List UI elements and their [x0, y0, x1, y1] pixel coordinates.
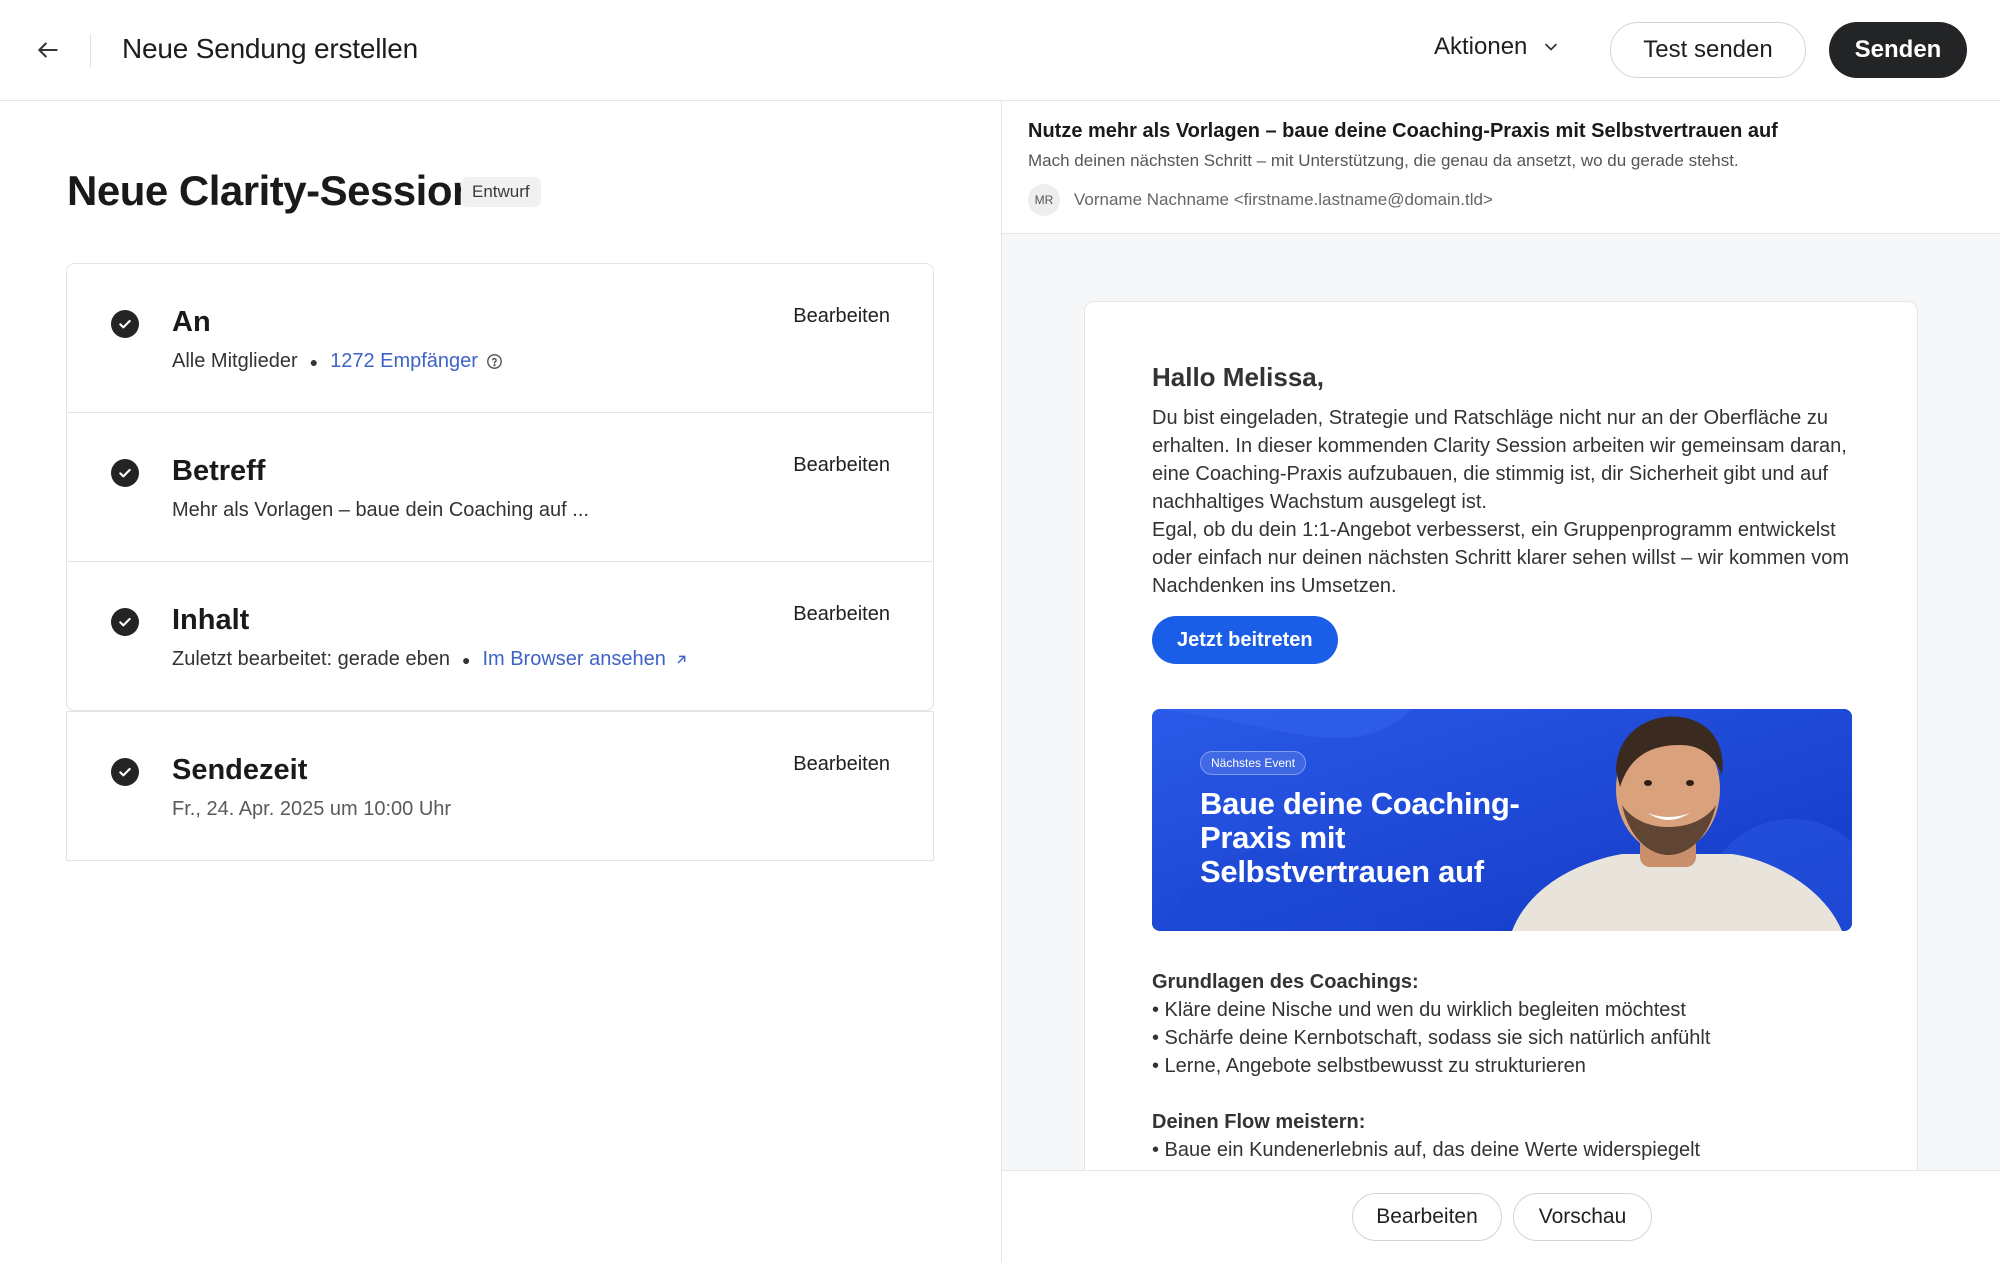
subject-summary: Mehr als Vorlagen – baue dein Coaching a…	[172, 499, 589, 521]
list-item: • Baue ein Kundenerlebnis auf, das deine…	[1152, 1139, 1701, 1161]
step-title: Betreff	[172, 455, 266, 487]
email-preview-panel: Nutze mehr als Vorlagen – baue deine Coa…	[1002, 101, 2000, 1262]
header-divider	[90, 34, 91, 68]
send-time-summary: Fr., 24. Apr. 2025 um 10:00 Uhr	[172, 798, 452, 820]
list-item: • Schärfe deine Kernbotschaft, sodass si…	[1152, 1027, 1711, 1049]
last-edited-label: Zuletzt bearbeitet: gerade eben	[172, 648, 450, 670]
view-in-browser-label: Im Browser ansehen	[482, 648, 666, 670]
email-body: Hallo Melissa, Du bist eingeladen, Strat…	[1084, 301, 1918, 1201]
back-button[interactable]	[28, 30, 68, 70]
chevron-down-icon	[1545, 43, 1558, 51]
separator-dot: ●	[461, 651, 471, 668]
paragraph: Egal, ob du dein 1:1-Angebot verbesserst…	[1152, 519, 1849, 597]
view-in-browser-link[interactable]: Im Browser ansehen	[482, 648, 688, 671]
avatar: MR	[1028, 184, 1060, 216]
actions-label: Aktionen	[1434, 33, 1528, 60]
content-summary: Zuletzt bearbeitet: gerade eben ● Im Bro…	[172, 648, 689, 671]
join-now-button[interactable]: Jetzt beitreten	[1152, 616, 1338, 664]
help-circle-icon[interactable]	[486, 353, 503, 370]
check-circle-icon	[111, 608, 139, 636]
email-greeting: Hallo Melissa,	[1152, 362, 1324, 392]
list-item: • Lerne, Angebote selbstbewusst zu struk…	[1152, 1055, 1586, 1077]
step-title: Inhalt	[172, 604, 250, 636]
recipients-link[interactable]: 1272 Empfänger	[330, 350, 503, 373]
section-heading: Grundlagen des Coachings:	[1152, 971, 1419, 993]
test-send-button[interactable]: Test senden	[1610, 22, 1806, 78]
step-recipients: An Alle Mitglieder ● 1272 Empfänger Bear…	[66, 263, 934, 413]
preview-button[interactable]: Vorschau	[1513, 1193, 1652, 1241]
email-intro: Du bist eingeladen, Strategie und Ratsch…	[1152, 404, 1852, 600]
send-button[interactable]: Senden	[1829, 22, 1967, 78]
check-circle-icon	[111, 310, 139, 338]
edit-content-button[interactable]: Bearbeiten	[793, 603, 890, 626]
coaching-basics-section: Grundlagen des Coachings: • Kläre deine …	[1152, 968, 1852, 1080]
preview-preheader: Mach deinen nächsten Schritt – mit Unter…	[1028, 151, 1739, 170]
preview-subject: Nutze mehr als Vorlagen – baue deine Coa…	[1028, 120, 1778, 142]
top-bar: Neue Sendung erstellen Aktionen Test sen…	[0, 0, 2000, 101]
event-tag: Nächstes Event	[1200, 751, 1307, 775]
preview-footer: Bearbeiten Vorschau	[1002, 1170, 2000, 1262]
arrow-left-icon	[38, 42, 58, 58]
actions-menu[interactable]: Aktionen	[1434, 33, 1561, 61]
paragraph: Du bist eingeladen, Strategie und Ratsch…	[1152, 407, 1847, 513]
campaign-title: Neue Clarity-Session	[67, 167, 478, 214]
sender-address: Vorname Nachname <firstname.lastname@dom…	[1074, 190, 1493, 209]
event-banner: Nächstes Event Baue deine Coaching-Praxi…	[1152, 709, 1852, 931]
email-header: Nutze mehr als Vorlagen – baue deine Coa…	[1002, 101, 2000, 234]
sender-row: MR Vorname Nachname <firstname.lastname@…	[1028, 184, 1493, 216]
check-circle-icon	[111, 758, 139, 786]
step-title: An	[172, 306, 211, 338]
header-title: Neue Sendung erstellen	[122, 33, 419, 64]
audience-label: Alle Mitglieder	[172, 350, 298, 372]
recipients-count: 1272 Empfänger	[330, 350, 478, 372]
step-summary: Alle Mitglieder ● 1272 Empfänger	[172, 350, 503, 373]
check-circle-icon	[111, 459, 139, 487]
campaign-settings-panel: Neue Clarity-Session Entwurf An Alle Mit…	[0, 101, 1001, 1262]
step-title: Sendezeit	[172, 754, 308, 786]
campaign-steps: An Alle Mitglieder ● 1272 Empfänger Bear…	[66, 263, 934, 861]
master-flow-section: Deinen Flow meistern: • Baue ein Kundene…	[1152, 1108, 1852, 1164]
edit-email-button[interactable]: Bearbeiten	[1352, 1193, 1502, 1241]
step-content: Inhalt Zuletzt bearbeitet: gerade eben ●…	[66, 561, 934, 711]
external-link-icon	[677, 655, 686, 664]
list-item: • Kläre deine Nische und wen du wirklich…	[1152, 999, 1686, 1021]
edit-recipients-button[interactable]: Bearbeiten	[793, 305, 890, 328]
step-send-time: Sendezeit Fr., 24. Apr. 2025 um 10:00 Uh…	[66, 711, 934, 861]
step-subject: Betreff Mehr als Vorlagen – baue dein Co…	[66, 412, 934, 562]
event-title: Baue deine Coaching-Praxis mit Selbstver…	[1200, 786, 1520, 889]
edit-subject-button[interactable]: Bearbeiten	[793, 454, 890, 477]
section-heading: Deinen Flow meistern:	[1152, 1111, 1366, 1133]
separator-dot: ●	[309, 353, 319, 370]
edit-send-time-button[interactable]: Bearbeiten	[793, 753, 890, 776]
status-badge: Entwurf	[461, 177, 541, 207]
